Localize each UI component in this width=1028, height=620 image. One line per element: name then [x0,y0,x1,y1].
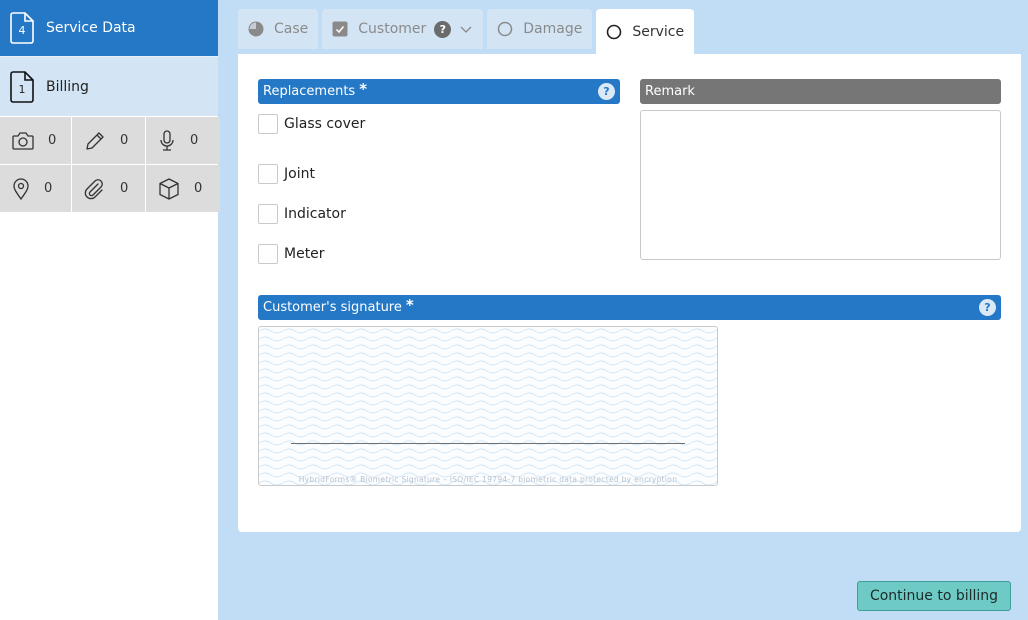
sketch-count: 0 [120,133,129,148]
signature-pad[interactable]: HybridForms® Biometric Signature – ISO/I… [258,326,718,486]
option-label: Glass cover [284,116,366,132]
replacements-header: Replacements * ? [258,79,620,104]
microphone-icon [160,129,174,151]
object-counter[interactable]: 0 [146,165,220,212]
signature-baseline [291,443,685,444]
empty-circle-icon [606,24,622,40]
tab-label: Damage [523,21,583,37]
continue-to-billing-button[interactable]: Continue to billing [857,581,1011,611]
photo-count: 0 [48,133,57,148]
attachment-count: 0 [120,181,129,196]
signature-header: Customer's signature * ? [258,295,1001,320]
location-pin-icon [13,177,29,200]
checkbox[interactable] [258,164,278,184]
option-glass-cover[interactable]: Glass cover [258,114,620,134]
form-panel: Replacements * ? Glass cover Joint Indic… [238,54,1021,532]
attachment-counters: 0 0 0 0 0 0 [0,116,220,212]
tab-damage[interactable]: Damage [487,9,593,49]
empty-circle-icon [497,21,513,37]
cube-icon [159,177,179,200]
remark-header: Remark [640,79,1001,104]
sketch-counter[interactable]: 0 [72,117,145,164]
tab-label: Case [274,21,309,37]
object-count: 0 [194,181,203,196]
signature-section: Customer's signature * ? HybridForms® Bi… [258,295,1001,486]
checkbox[interactable] [258,244,278,264]
checkbox[interactable] [258,204,278,224]
replacements-section: Replacements * ? Glass cover Joint Indic… [258,79,620,274]
remark-textarea[interactable] [640,110,1001,260]
help-icon[interactable]: ? [598,83,615,100]
tab-case[interactable]: Case [238,9,319,49]
checked-box-icon [332,21,348,37]
document-icon: 1 [10,70,34,103]
sidebar-item-billing[interactable]: 1 Billing [0,57,218,116]
help-icon[interactable]: ? [434,20,452,38]
help-icon[interactable]: ? [979,299,996,316]
option-label: Indicator [284,206,346,222]
option-label: Meter [284,246,325,262]
paperclip-icon [84,178,103,199]
pencil-icon [86,131,104,150]
audio-count: 0 [190,133,199,148]
tab-bar: Case Customer ? Damage Service [238,9,695,54]
remark-section: Remark [640,79,1001,260]
tab-service[interactable]: Service [596,9,695,54]
option-meter[interactable]: Meter [258,234,620,274]
checkbox[interactable] [258,114,278,134]
camera-icon [12,131,34,150]
audio-counter[interactable]: 0 [146,117,220,164]
required-marker: * [405,295,414,314]
option-indicator[interactable]: Indicator [258,194,620,234]
location-count: 0 [44,181,53,196]
replacements-options: Glass cover Joint Indicator Meter [258,114,620,274]
document-count: 1 [18,82,26,96]
document-icon: 4 [10,12,34,44]
chevron-down-icon[interactable] [459,24,473,34]
tab-customer[interactable]: Customer ? [322,9,484,49]
option-joint[interactable]: Joint [258,154,620,194]
sidebar-item-service-data[interactable]: 4 Service Data [0,0,218,57]
section-title: Customer's signature [263,300,402,315]
attachment-counter[interactable]: 0 [72,165,145,212]
signature-caption: HybridForms® Biometric Signature – ISO/I… [298,475,678,484]
half-circle-icon [248,21,264,37]
sidebar: 4 Service Data 1 Billing 0 0 0 0 0 0 [0,0,220,620]
sidebar-item-label: Billing [46,78,89,95]
required-marker: * [359,79,368,98]
section-title: Replacements [263,84,356,99]
tab-label: Customer [358,21,427,37]
document-count: 4 [18,24,26,37]
guilloche-pattern [259,327,717,485]
section-title: Remark [645,84,695,99]
photo-counter[interactable]: 0 [0,117,71,164]
sidebar-item-label: Service Data [46,20,136,36]
location-counter[interactable]: 0 [0,165,71,212]
option-label: Joint [284,166,315,182]
tab-label: Service [632,23,685,40]
